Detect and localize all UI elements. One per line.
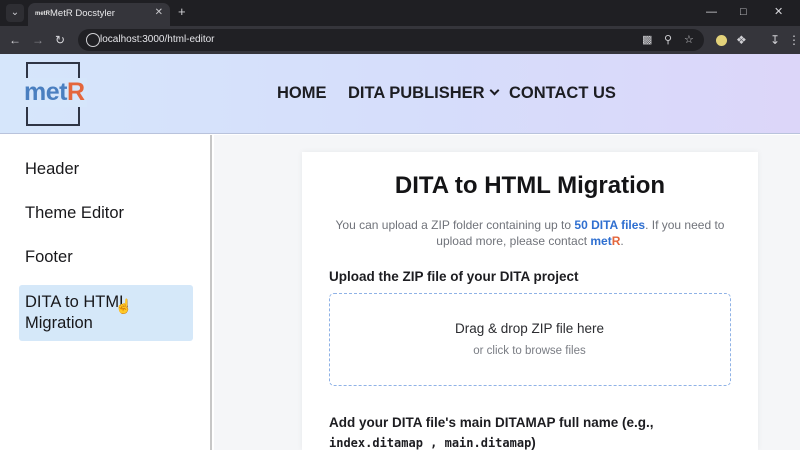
reload-icon[interactable]: ↻ — [55, 32, 65, 48]
upload-zip-label: Upload the ZIP file of your DITA project — [329, 269, 579, 284]
new-tab-icon[interactable]: + — [178, 4, 186, 20]
zoom-icon[interactable]: ⚲ — [664, 33, 672, 47]
hand-cursor-icon: ☝ — [115, 298, 133, 314]
sidebar-item-dita-to-html-migration[interactable]: DITA to HTML Migration — [19, 285, 193, 341]
sidebar-item-footer[interactable]: Footer — [25, 248, 73, 267]
dropzone-title: Drag & drop ZIP file here — [454, 321, 605, 336]
dropzone-subtitle: or click to browse files — [473, 345, 586, 357]
migration-card: DITA to HTML Migration You can upload a … — [302, 152, 758, 450]
close-icon[interactable]: ✕ — [155, 7, 163, 18]
site-header: metR HOME DITA PUBLISHER CONTACT US — [0, 54, 800, 134]
favicon-icon: metR — [35, 11, 51, 17]
tab-menu-icon[interactable]: ⌄ — [6, 4, 24, 22]
extension-icon[interactable] — [716, 35, 727, 46]
nav-dita-publisher[interactable]: DITA PUBLISHER — [348, 84, 500, 103]
url-text[interactable]: localhost:3000/html-editor — [100, 34, 215, 45]
ditamap-name-label: Add your DITA file's main DITAMAP full n… — [329, 415, 654, 450]
back-icon[interactable]: ← — [9, 32, 21, 48]
contact-metr-link[interactable]: metR — [590, 234, 620, 248]
puzzle-icon[interactable]: ❖ — [736, 32, 747, 48]
logo[interactable]: metR — [22, 62, 87, 126]
sidebar: Header Theme Editor Footer DITA to HTML … — [0, 135, 212, 450]
window-close-icon[interactable]: ✕ — [774, 4, 783, 20]
page-title: DITA to HTML Migration — [394, 172, 666, 199]
file-limit-highlight: 50 DITA files — [574, 218, 646, 232]
forward-icon[interactable]: → — [32, 32, 44, 48]
nav-contact-us[interactable]: CONTACT US — [509, 84, 616, 103]
maximize-icon[interactable]: □ — [740, 4, 747, 20]
address-bar[interactable]: localhost:3000/html-editor ▩ ⚲ ☆ — [78, 29, 704, 51]
browser-toolbar: ← → ↻ localhost:3000/html-editor ▩ ⚲ ☆ ❖… — [0, 26, 800, 54]
download-icon[interactable]: ↧ — [770, 32, 780, 48]
install-icon[interactable]: ▩ — [642, 33, 652, 47]
logo-text: metR — [22, 78, 87, 107]
minimize-icon[interactable]: — — [706, 4, 717, 20]
tab-title: MetR Docstyler — [50, 8, 115, 19]
star-icon[interactable]: ☆ — [684, 33, 694, 47]
chevron-down-icon — [489, 85, 500, 96]
nav-home[interactable]: HOME — [277, 84, 327, 103]
sidebar-item-header[interactable]: Header — [25, 160, 79, 179]
upload-description: You can upload a ZIP folder containing u… — [335, 218, 725, 248]
zip-dropzone[interactable]: Drag & drop ZIP file here or click to br… — [329, 293, 731, 386]
menu-icon[interactable]: ⋮ — [788, 32, 800, 48]
browser-tabbar: ⌄ metR MetR Docstyler ✕ + — □ ✕ — [0, 0, 800, 26]
sidebar-item-theme-editor[interactable]: Theme Editor — [25, 204, 124, 223]
browser-tab[interactable]: metR MetR Docstyler ✕ — [28, 3, 170, 26]
site-info-icon[interactable] — [86, 33, 100, 47]
sidebar-item-label: DITA to HTML Migration — [25, 293, 128, 332]
